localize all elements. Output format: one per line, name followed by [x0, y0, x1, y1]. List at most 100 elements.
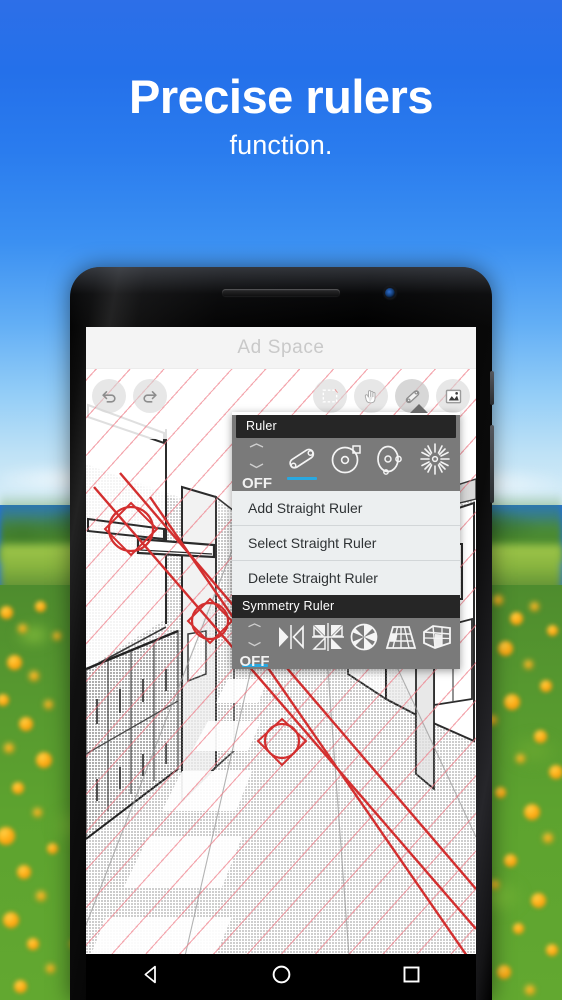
ruler-option-ellipse[interactable]	[372, 443, 410, 480]
symmetry-option-mirror[interactable]	[275, 623, 308, 656]
flower	[497, 965, 511, 979]
symmetry-option-box[interactable]	[421, 623, 454, 656]
ad-banner-label: Ad Space	[237, 336, 325, 358]
radial-burst-ruler-icon	[420, 443, 450, 475]
menu-item-add-straight-ruler[interactable]: Add Straight Ruler	[232, 491, 460, 526]
undo-icon	[102, 391, 116, 403]
symmetry-option-radial[interactable]	[348, 623, 381, 656]
flower	[540, 680, 552, 692]
flower	[549, 765, 562, 779]
headline-primary: Precise rulers	[129, 70, 433, 123]
flower	[19, 717, 33, 731]
mirror-symmetry-icon	[279, 624, 304, 650]
ruler-off-label: OFF	[242, 475, 272, 492]
flower	[53, 632, 61, 640]
ruler-settings-popup[interactable]: Ruler OFF Add Straight Ruler Select Stra…	[232, 404, 460, 669]
flower	[12, 782, 24, 794]
image-layer-icon	[445, 389, 461, 403]
flower	[523, 659, 533, 669]
headline-secondary: function.	[229, 130, 333, 161]
square-recents-icon	[403, 966, 419, 983]
flower	[36, 891, 46, 901]
ruler-straight-underline	[286, 477, 317, 480]
nav-home-button[interactable]	[271, 964, 292, 990]
flower	[0, 605, 13, 619]
ruler-option-circle[interactable]	[327, 443, 365, 480]
straight-ruler-icon	[288, 448, 314, 469]
circle-home-icon	[272, 965, 290, 984]
phone-screen: Ad Space Ruler OFF Add Straight Ruler Se…	[86, 327, 476, 1000]
ad-banner[interactable]: Ad Space	[86, 327, 476, 369]
symmetry-quad-underline	[315, 653, 341, 656]
ruler-section: Ruler OFF	[232, 415, 460, 491]
ellipse-ruler-icon	[376, 445, 402, 475]
perspective-grid-icon	[385, 626, 417, 649]
radial-symmetry-icon	[350, 623, 378, 651]
flower	[32, 807, 42, 817]
phone-mockup: Ad Space Ruler OFF Add Straight Ruler Se…	[70, 267, 494, 1000]
circle-ruler-icon	[331, 445, 361, 474]
flower	[46, 842, 58, 854]
flower	[509, 611, 523, 625]
quad-symmetry-icon	[311, 623, 344, 651]
flower	[512, 922, 524, 934]
earpiece-speaker	[222, 289, 340, 296]
flower	[543, 833, 553, 843]
flower	[45, 963, 55, 973]
off-icon	[247, 623, 261, 647]
flower	[36, 752, 52, 768]
symmetry-option-row: OFF	[232, 618, 460, 670]
flower	[27, 938, 39, 950]
symmetry-ruler-section: Symmetry Ruler OFF	[232, 595, 460, 669]
off-icon	[249, 443, 264, 469]
symmetry-option-perspective[interactable]	[384, 623, 417, 656]
flower	[530, 892, 546, 908]
redo-button[interactable]	[133, 379, 167, 413]
menu-item-select-straight-ruler[interactable]: Select Straight Ruler	[232, 526, 460, 561]
symmetry-mirror-underline	[278, 653, 304, 656]
symmetry-section-title: Symmetry Ruler	[232, 595, 460, 618]
marquee-select-icon	[322, 388, 338, 403]
flower	[546, 624, 558, 636]
flower	[13, 979, 27, 993]
symmetry-radial-underline	[351, 653, 377, 656]
symmetry-option-off[interactable]: OFF	[238, 623, 271, 670]
flower	[34, 600, 46, 612]
box-grid-icon	[423, 625, 452, 649]
ruler-radial-underline	[420, 477, 450, 480]
symmetry-option-quad[interactable]	[311, 623, 344, 656]
symmetry-off-label: OFF	[239, 653, 270, 670]
layers-button[interactable]	[436, 379, 470, 413]
power-button[interactable]	[490, 371, 494, 405]
flower	[546, 944, 558, 956]
ruler-option-off[interactable]: OFF	[238, 443, 276, 492]
ruler-option-straight[interactable]	[283, 443, 321, 480]
menu-item-delete-straight-ruler[interactable]: Delete Straight Ruler	[232, 561, 460, 595]
transform-button[interactable]	[354, 379, 388, 413]
flower	[525, 985, 535, 995]
hand-drag-icon	[364, 389, 375, 403]
volume-button[interactable]	[490, 425, 494, 503]
ruler-section-title: Ruler	[236, 415, 456, 438]
flower	[4, 743, 14, 753]
flower	[504, 694, 520, 710]
flower	[43, 699, 53, 709]
popup-pointer-arrow	[410, 404, 428, 413]
symmetry-box-underline	[424, 653, 450, 656]
flower	[524, 804, 540, 820]
flower	[515, 753, 525, 763]
selection-button[interactable]	[313, 379, 347, 413]
undo-button[interactable]	[92, 379, 126, 413]
ruler-option-radial[interactable]	[416, 443, 454, 480]
android-navigation-bar	[86, 954, 476, 1000]
nav-back-button[interactable]	[141, 964, 162, 990]
flower	[3, 912, 19, 928]
ruler-ellipse-underline	[376, 477, 406, 480]
ruler-action-menu: Add Straight Ruler Select Straight Ruler…	[232, 491, 460, 595]
flower	[6, 654, 22, 670]
nav-recents-button[interactable]	[401, 964, 422, 990]
flower	[17, 865, 31, 879]
symmetry-perspective-underline	[388, 653, 414, 656]
flower	[503, 853, 517, 867]
flower	[17, 623, 27, 633]
